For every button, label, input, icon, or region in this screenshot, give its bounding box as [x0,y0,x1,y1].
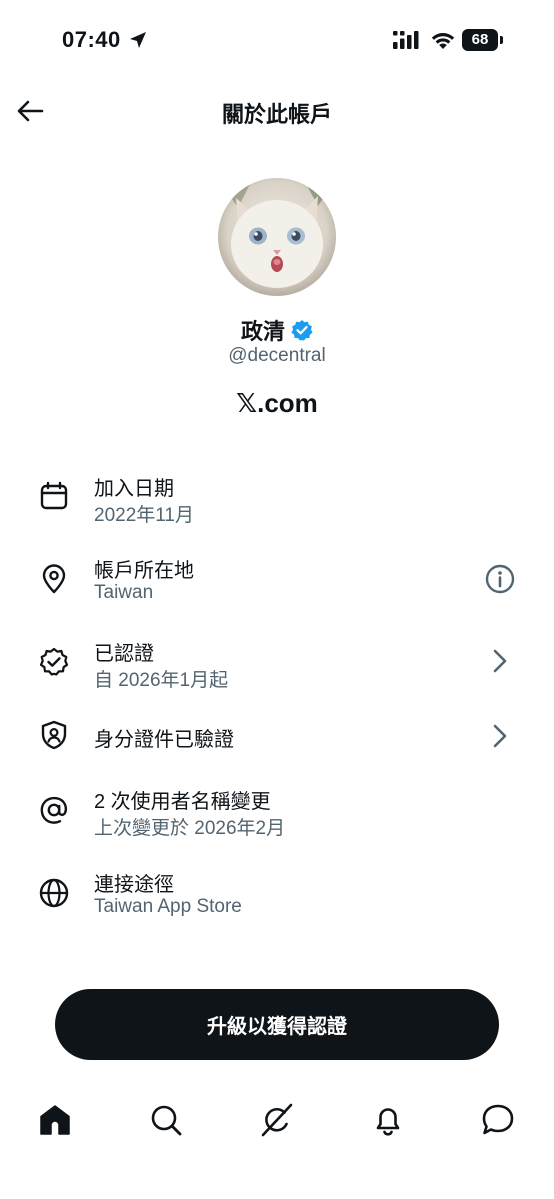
status-bar: 07:40 68 [0,0,554,80]
info-row-join-date: 加入日期 2022年11月 [0,466,554,546]
status-time: 07:40 [62,27,121,52]
row-title: 加入日期 [94,478,174,500]
calendar-icon [40,481,68,510]
row-subtitle: Taiwan App Store [94,896,242,917]
row-subtitle: 自 2026年1月起 [94,670,229,691]
verified-check-icon [291,320,313,341]
tab-home[interactable] [35,1100,75,1140]
info-row-username-changes: 2 次使用者名稱變更 上次變更於 2026年2月 [0,779,554,859]
verified-badge-icon [39,647,69,676]
row-title: 已認證 [94,643,154,665]
wifi-icon [431,33,455,49]
row-subtitle: 上次變更於 2026年2月 [94,818,286,839]
location-arrow-icon [130,32,146,48]
search-icon [151,1105,182,1136]
avatar[interactable] [218,178,336,296]
tab-messages[interactable] [478,1100,518,1140]
info-row-connected-via: 連接途徑 Taiwan App Store [0,862,554,942]
chevron-right-icon [493,649,507,673]
home-icon [40,1105,70,1135]
row-title: 2 次使用者名稱變更 [94,791,271,813]
tab-notifications[interactable] [368,1100,408,1140]
tab-search[interactable] [146,1100,186,1140]
upgrade-button[interactable]: 升級以獲得認證 [55,989,499,1060]
info-row-id-verified[interactable]: 身分證件已驗證 [0,696,554,776]
bottom-tab-bar [0,1090,554,1150]
profile-name-row: 政清 [0,314,554,346]
location-pin-icon [42,564,66,594]
grok-icon [261,1103,293,1137]
nav-header: 關於此帳戶 [0,80,554,140]
info-row-account-location: 帳戶所在地 Taiwan [0,548,554,628]
battery-level: 68 [462,29,498,51]
globe-icon [39,878,69,908]
chevron-right-icon [493,724,507,748]
at-sign-icon [40,796,68,824]
notifications-icon [376,1108,400,1136]
profile-handle: @decentral [228,345,326,366]
battery-cap [500,36,503,44]
tab-grok[interactable] [257,1100,297,1140]
row-title: 連接途徑 [94,874,174,896]
cellular-signal-icon [393,31,419,49]
id-shield-icon [41,720,67,750]
row-title: 帳戶所在地 [94,560,194,582]
row-subtitle: 2022年11月 [94,505,194,526]
profile-domain: 𝕏.com [236,388,318,418]
messages-icon [482,1104,514,1135]
profile-name: 政清 [240,319,285,344]
cat-avatar-image [218,178,336,296]
row-subtitle: Taiwan [94,582,154,603]
info-icon[interactable] [484,563,516,595]
page-title: 關於此帳戶 [221,102,332,127]
row-title: 身分證件已驗證 [94,729,234,751]
